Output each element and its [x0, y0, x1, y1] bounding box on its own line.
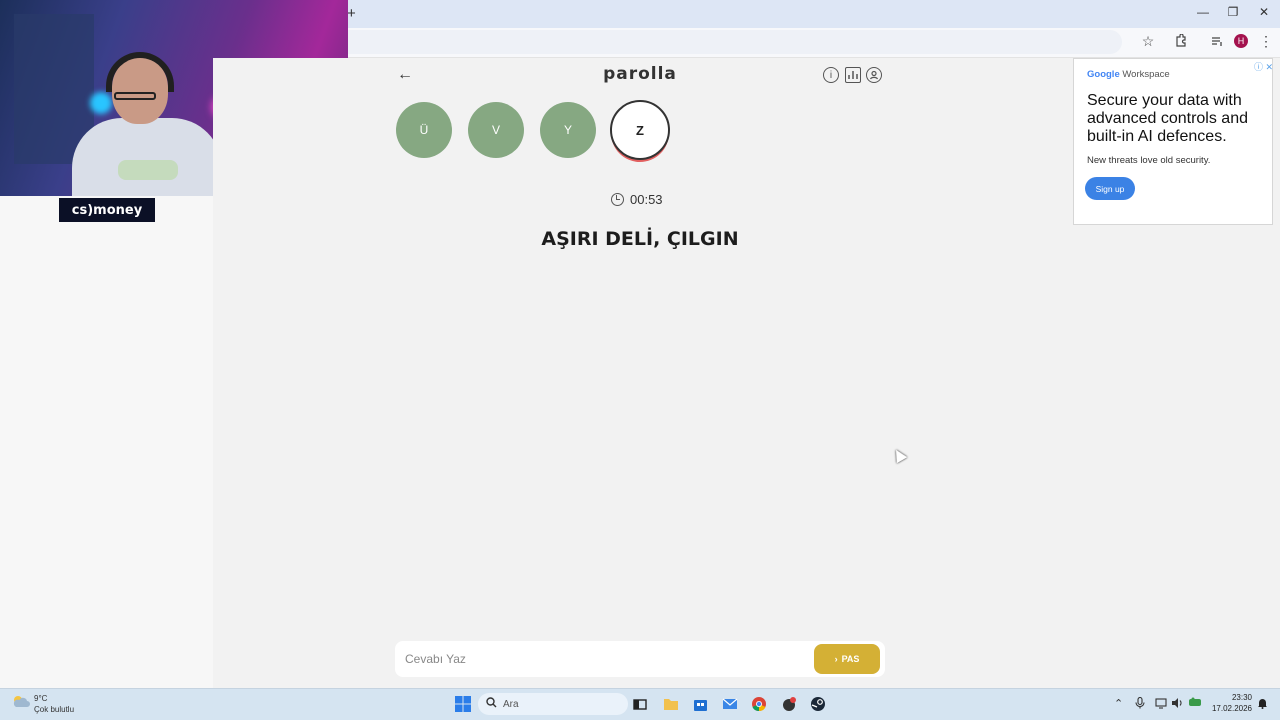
stats-icon[interactable] — [845, 67, 861, 83]
extensions-icon[interactable] — [1171, 31, 1191, 51]
screen: + — ❐ ✕ ☆ H ⋮ cs)money ← parolla i Ü V Y… — [0, 0, 1280, 720]
letter-circle-v: V — [468, 102, 524, 158]
taskbar-search[interactable]: Ara — [478, 693, 628, 715]
gaming-app-icon[interactable] — [780, 695, 798, 713]
left-blank-panel — [0, 196, 213, 688]
volume-icon[interactable] — [1171, 697, 1184, 712]
minimize-button[interactable]: — — [1191, 5, 1215, 19]
sponsor-logo: cs)money — [59, 198, 155, 222]
pass-label: PAS — [841, 654, 860, 664]
show-hidden-icons-icon[interactable]: ⌃ — [1114, 697, 1123, 710]
user-profile-icon[interactable] — [866, 67, 882, 83]
webcam-person-body — [72, 118, 222, 196]
restore-button[interactable]: ❐ — [1221, 5, 1245, 19]
tray-app-icon[interactable] — [1188, 697, 1202, 710]
weather-temperature: 9°C — [34, 694, 48, 703]
weather-description: Çok bulutlu — [34, 705, 75, 714]
webcam-light-blue — [90, 92, 112, 114]
webcam-shirt-print — [118, 160, 178, 180]
letter-circle-current: Z — [610, 100, 670, 160]
ad-subtext: New threats love old security. — [1087, 155, 1211, 166]
taskbar-date[interactable]: 17.02.2026 — [1208, 704, 1252, 713]
ad-headline: Secure your data with advanced controls … — [1087, 92, 1248, 145]
webcam-glasses — [114, 92, 156, 100]
store-icon[interactable] — [691, 695, 709, 713]
microphone-icon[interactable] — [1135, 696, 1145, 712]
clue-text: AŞIRI DELİ, ÇILGIN — [541, 228, 739, 250]
info-icon[interactable]: i — [823, 67, 839, 83]
browser-menu-icon[interactable]: ⋮ — [1256, 31, 1276, 51]
pass-button[interactable]: › PAS — [814, 644, 880, 674]
search-label: Ara — [503, 698, 519, 710]
back-arrow-icon[interactable]: ← — [395, 66, 415, 84]
letter-circle-u: Ü — [396, 102, 452, 158]
notifications-bell-icon[interactable] — [1257, 697, 1268, 712]
timer-value: 00:53 — [630, 191, 663, 207]
ad-signup-button[interactable]: Sign up — [1085, 177, 1135, 200]
ad-brand-product: Workspace — [1122, 69, 1170, 80]
bookmark-star-icon[interactable]: ☆ — [1138, 31, 1158, 51]
webcam-headphones — [106, 52, 174, 92]
close-button[interactable]: ✕ — [1252, 5, 1276, 19]
mail-icon[interactable] — [721, 695, 739, 713]
search-icon — [486, 697, 497, 711]
steam-icon[interactable] — [809, 695, 827, 713]
timer: 00:53 — [611, 190, 663, 208]
profile-avatar[interactable]: H — [1231, 31, 1251, 51]
letter-circle-y: Y — [540, 102, 596, 158]
chrome-icon[interactable] — [750, 695, 768, 713]
answer-input[interactable] — [405, 650, 800, 668]
chevron-right-icon: › — [834, 654, 838, 664]
clock-icon — [611, 192, 624, 206]
ad-brand: Google Workspace — [1087, 69, 1170, 80]
media-control-icon[interactable] — [1207, 31, 1227, 51]
ad-choices-icon[interactable]: ⓘ ✕ — [1254, 60, 1273, 73]
game-title: parolla — [603, 64, 677, 84]
start-windows-icon[interactable] — [454, 695, 472, 713]
network-icon[interactable] — [1155, 697, 1167, 712]
task-view-icon[interactable] — [631, 695, 649, 713]
file-explorer-icon[interactable] — [662, 695, 680, 713]
new-tab-button[interactable]: + — [347, 5, 356, 22]
weather-cloud-icon[interactable] — [11, 694, 31, 710]
taskbar-time[interactable]: 23:30 — [1214, 693, 1252, 702]
ad-brand-google: Google — [1087, 69, 1120, 80]
profile-initial: H — [1234, 34, 1248, 48]
